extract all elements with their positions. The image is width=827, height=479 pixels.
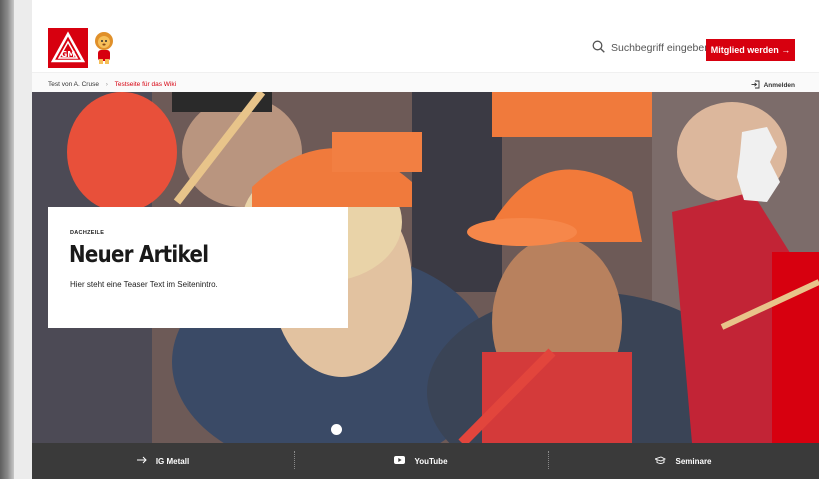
window-gutter (14, 0, 32, 479)
quicklink-seminare[interactable]: Seminare (548, 443, 819, 479)
search-trigger[interactable]: Suchbegriff eingeben (592, 40, 710, 56)
breadcrumb-separator: › (105, 81, 108, 88)
arrow-right-icon (136, 456, 147, 466)
page: GM Suchbegriff eingeben Mitglied werden … (32, 14, 819, 479)
hero-image: DACHZEILE Neuer Artikel Hier steht eine … (32, 92, 819, 443)
quicklink-youtube[interactable]: YouTube (294, 443, 548, 479)
quicklink-label: Seminare (675, 456, 712, 466)
lion-mascot-icon (92, 31, 116, 65)
site-header: GM Suchbegriff eingeben Mitglied werden … (32, 18, 819, 97)
search-label: Suchbegriff eingeben (611, 42, 711, 54)
quicklink-ig-metall[interactable]: IG Metall (32, 443, 294, 479)
youtube-icon (394, 456, 406, 466)
igm-logo-icon[interactable]: GM (48, 28, 88, 68)
search-icon (592, 40, 605, 56)
login-label: Anmelden (763, 82, 795, 89)
quicklink-label: IG Metall (155, 456, 190, 466)
login-link[interactable]: Anmelden (751, 80, 795, 91)
quicklinks-bar: IG Metall YouTube Seminare (32, 443, 819, 479)
breadcrumb-item-current[interactable]: Testseite für das Wiki (115, 81, 176, 88)
teaser-kicker: DACHZEILE (70, 230, 105, 236)
teaser-title: Neuer Artikel (69, 242, 209, 268)
window-left-edge (0, 0, 14, 479)
quicklink-label: YouTube (414, 456, 448, 466)
slider-indicator-dot[interactable] (331, 424, 342, 435)
svg-text:GM: GM (61, 50, 76, 59)
breadcrumb: Test von A. Cruse › Testseite für das Wi… (48, 81, 176, 88)
breadcrumb-item-home[interactable]: Test von A. Cruse (48, 81, 99, 88)
teaser-intro: Hier steht eine Teaser Text im Seitenint… (70, 280, 218, 289)
seminar-icon (654, 456, 667, 467)
become-member-button[interactable]: Mitglied werden → (706, 39, 795, 61)
teaser-box: DACHZEILE Neuer Artikel Hier steht eine … (48, 207, 348, 328)
login-icon (751, 80, 760, 91)
